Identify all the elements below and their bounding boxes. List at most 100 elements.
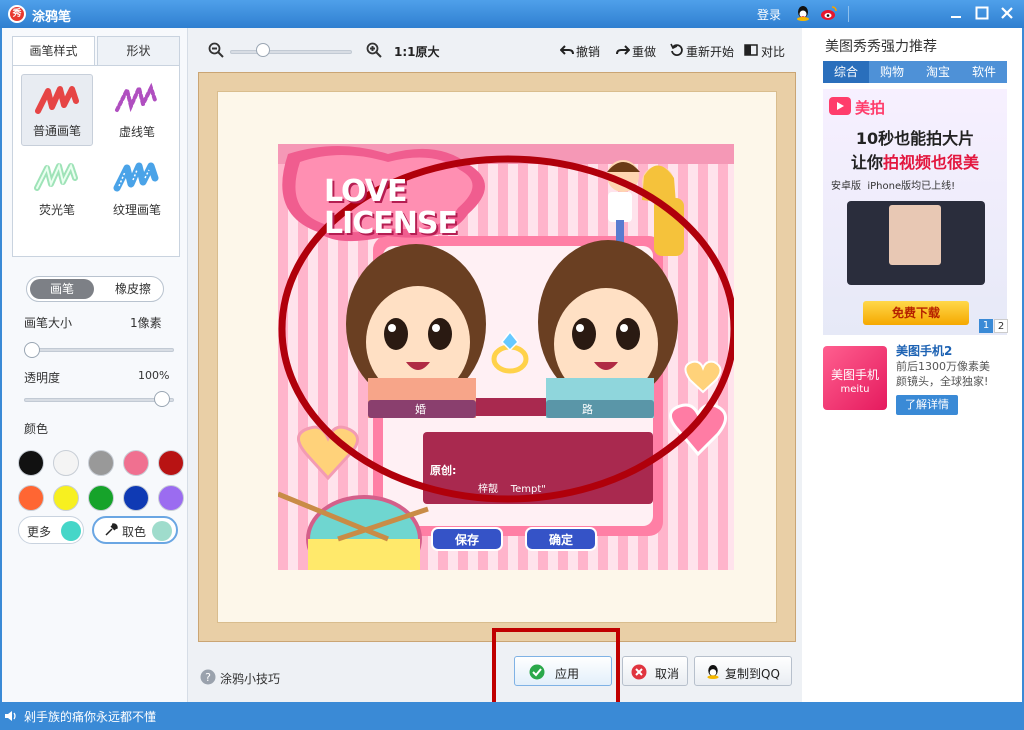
close-icon[interactable]: [1000, 6, 1014, 20]
brush-dashed[interactable]: 虚线笔: [101, 74, 173, 146]
meitu-phone-logo[interactable]: 美图手机 meitu: [823, 346, 887, 410]
status-text[interactable]: 剁手族的痛你永远都不懂: [24, 708, 156, 725]
promo-learn-more-button[interactable]: 了解详情: [896, 395, 958, 415]
color-swatch[interactable]: [53, 485, 79, 511]
color-swatch[interactable]: [158, 450, 184, 476]
tips-link[interactable]: 涂鸦小技巧: [220, 670, 280, 687]
size-value: 1像素: [130, 316, 162, 330]
promo-desc2: 颜镜头，全球独家!: [896, 375, 989, 388]
ad-line2-prefix: 让你: [850, 153, 883, 172]
photo-title-line2: LICENSE: [324, 206, 458, 241]
mode-eraser[interactable]: 橡皮擦: [111, 279, 155, 299]
cancel-label: 取消: [655, 667, 680, 681]
cancel-button[interactable]: 取消: [622, 656, 688, 686]
brush-label: 虚线笔: [118, 125, 155, 139]
zoom-in-icon[interactable]: [366, 42, 382, 58]
color-swatch[interactable]: [123, 485, 149, 511]
opacity-slider-track[interactable]: [24, 398, 174, 402]
more-colors-button[interactable]: 更多: [18, 516, 84, 544]
copy-to-qq-button[interactable]: 复制到QQ: [694, 656, 792, 686]
canvas-area: 1:1原大 撤销 重做 重新开始 对比 LOVE LICENSE 婚 路 原创:…: [188, 28, 802, 702]
color-swatch[interactable]: [88, 485, 114, 511]
brush-label: 纹理画笔: [112, 203, 161, 217]
brush-texture[interactable]: 纹理画笔: [101, 152, 173, 224]
ad-page-1[interactable]: 1: [979, 319, 993, 333]
color-swatch[interactable]: [123, 450, 149, 476]
tab-software[interactable]: 软件: [961, 61, 1007, 83]
color-swatch[interactable]: [158, 485, 184, 511]
restart-button[interactable]: 重新开始: [686, 43, 734, 60]
help-icon[interactable]: ?: [200, 669, 216, 685]
highlighter-brush-icon: [34, 162, 78, 191]
color-picker-button[interactable]: 取色: [92, 516, 178, 544]
restart-icon: [670, 43, 683, 56]
photo-confirm-button: 确定: [548, 533, 573, 547]
color-swatch[interactable]: [53, 450, 79, 476]
pick-label: 取色: [122, 525, 147, 539]
qq-icon[interactable]: [795, 5, 811, 22]
photo-name-right: 路: [582, 403, 593, 416]
copy-to-qq-label: 复制到QQ: [725, 667, 780, 681]
left-panel: 画笔样式 形状 普通画笔 虚线笔 荧光笔 纹理画笔 画笔 橡皮擦 画笔大小 1像…: [2, 28, 188, 702]
opacity-slider-knob[interactable]: [154, 391, 170, 407]
normal-brush-icon: [35, 86, 79, 114]
svg-text:?: ?: [205, 671, 211, 684]
qq-icon: [707, 664, 719, 680]
size-slider-track[interactable]: [26, 348, 174, 352]
ad-page-2[interactable]: 2: [994, 319, 1008, 333]
ad-line2-highlight: 拍视频也很美: [883, 153, 980, 172]
maximize-icon[interactable]: [975, 6, 989, 20]
photo-name-left: 婚: [415, 403, 426, 416]
title-separator: [848, 6, 849, 22]
brush-normal[interactable]: 普通画笔: [21, 74, 93, 146]
tab-shape[interactable]: 形状: [97, 36, 180, 66]
size-slider-knob[interactable]: [24, 342, 40, 358]
meipai-logo-icon: [829, 97, 851, 115]
opacity-label: 透明度: [24, 371, 61, 385]
speaker-icon[interactable]: [4, 709, 18, 723]
promo-desc1: 前后1300万像素美: [896, 360, 990, 373]
size-label: 画笔大小: [24, 316, 73, 330]
ad-line1: 10秒也能拍大片: [855, 129, 975, 148]
brush-highlighter[interactable]: 荧光笔: [21, 152, 93, 224]
promo-title[interactable]: 美图手机2: [896, 342, 952, 359]
mode-brush[interactable]: 画笔: [30, 279, 94, 299]
actual-size-button[interactable]: 1:1原大: [394, 43, 440, 60]
ad-brand: 美拍: [855, 99, 886, 117]
status-bar: 剁手族的痛你永远都不懂: [0, 702, 1024, 730]
meitu-logo-text: 美图手机: [830, 368, 879, 382]
color-swatch[interactable]: [88, 450, 114, 476]
color-swatch[interactable]: [18, 450, 44, 476]
photo-mat: LOVE LICENSE 婚 路 原创: 梓靓 Tempt" 保存 确定: [217, 91, 777, 623]
color-swatch[interactable]: [18, 485, 44, 511]
zoom-out-icon[interactable]: [208, 42, 224, 58]
ad-banner[interactable]: 美拍 10秒也能拍大片 让你拍视频也很美 安卓版 iPhone版均已上线! 免费…: [823, 89, 1008, 335]
undo-button[interactable]: 撤销: [576, 43, 600, 60]
texture-brush-icon: [113, 162, 159, 192]
ad-line2: 让你拍视频也很美: [823, 149, 1007, 173]
redo-button[interactable]: 重做: [632, 43, 656, 60]
tab-brush-style[interactable]: 画笔样式: [12, 36, 95, 66]
cancel-icon: [631, 664, 647, 680]
undo-icon: [560, 45, 574, 55]
zoom-slider-track[interactable]: [230, 50, 352, 54]
compare-icon: [744, 44, 758, 56]
photo-save-button: 保存: [454, 533, 479, 547]
main-content: 画笔样式 形状 普通画笔 虚线笔 荧光笔 纹理画笔 画笔 橡皮擦 画笔大小 1像…: [2, 28, 1022, 702]
tab-shopping[interactable]: 购物: [869, 61, 915, 83]
recommend-tabs: 综合 购物 淘宝 软件: [823, 61, 1007, 83]
dashed-brush-icon: [115, 82, 157, 113]
minimize-icon[interactable]: [949, 6, 963, 20]
app-window: 秀 涂鸦笔 登录 画笔样式 形状 普通画笔 虚线笔 荧光笔 纹理画笔 画笔 橡皮…: [0, 0, 1024, 730]
tab-taobao[interactable]: 淘宝: [915, 61, 961, 83]
weibo-icon[interactable]: [820, 5, 838, 22]
redo-icon: [616, 45, 630, 55]
highlight-annotation-box: [492, 628, 620, 706]
tab-general[interactable]: 综合: [823, 61, 869, 83]
login-link[interactable]: 登录: [757, 6, 781, 23]
photo-canvas[interactable]: LOVE LICENSE 婚 路 原创: 梓靓 Tempt" 保存 确定: [278, 144, 734, 570]
photo-original-label: 原创:: [430, 464, 457, 477]
zoom-slider-knob[interactable]: [256, 43, 270, 57]
compare-button[interactable]: 对比: [761, 43, 785, 60]
ad-download-button[interactable]: 免费下载: [863, 301, 969, 325]
